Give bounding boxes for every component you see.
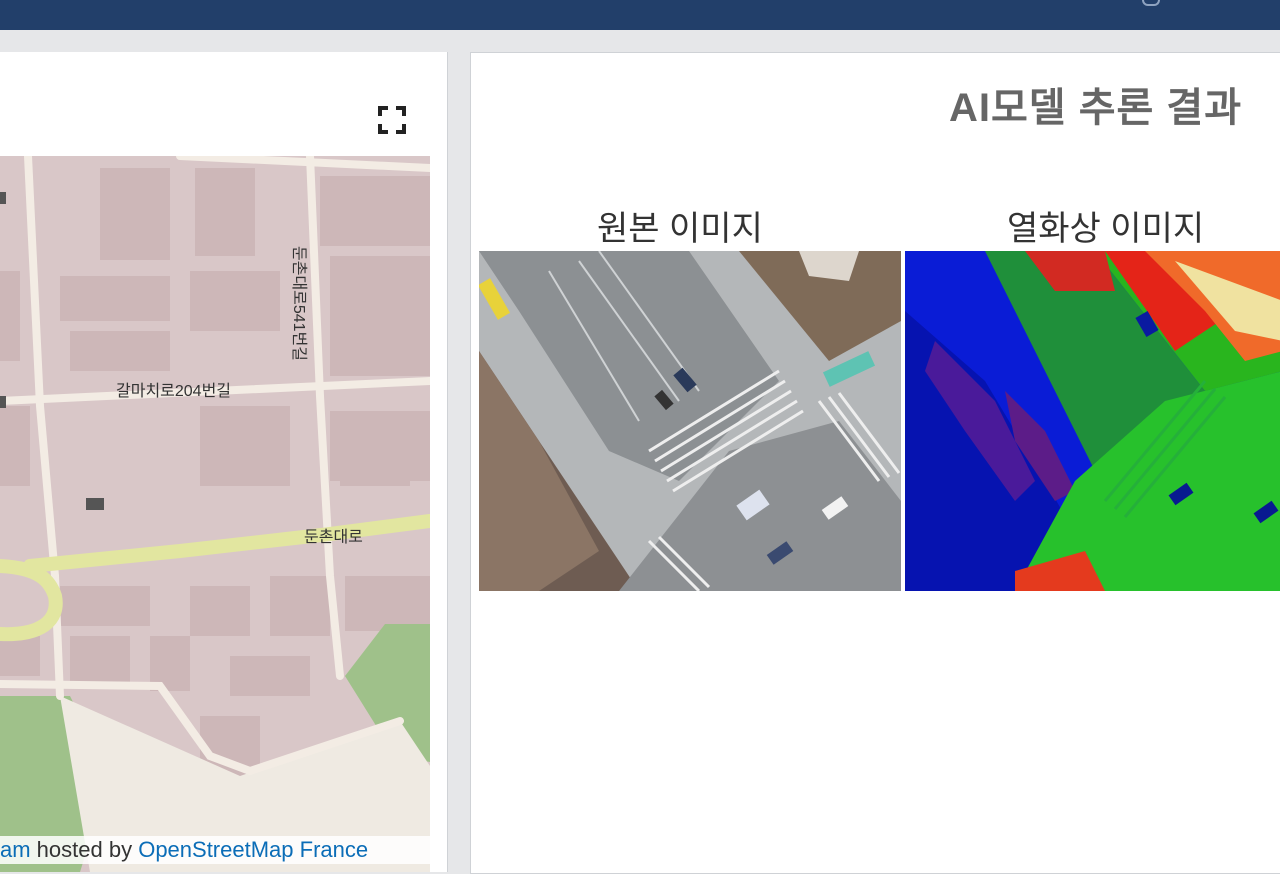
map-tiles: 갈마치로204번길 둔촌대로541번길 둔촌대로 bbox=[0, 156, 430, 872]
original-image bbox=[479, 251, 901, 591]
thermal-image bbox=[905, 251, 1280, 591]
fullscreen-icon bbox=[378, 106, 406, 134]
fullscreen-button[interactable] bbox=[376, 104, 408, 136]
original-image-label: 원본 이미지 bbox=[597, 210, 763, 248]
thermal-image-label: 열화상 이미지 bbox=[1007, 210, 1205, 248]
road-label-a: 갈마치로204번길 bbox=[116, 382, 231, 400]
top-nav-bar bbox=[0, 0, 1280, 30]
inference-result-panel: AI모델 추론 결과 원본 이미지 열화상 이미지 bbox=[470, 52, 1280, 874]
map-attribution: am hosted by OpenStreetMap France bbox=[0, 836, 430, 864]
road-label-b: 둔촌대로541번길 bbox=[290, 246, 308, 361]
road-label-c: 둔촌대로 bbox=[304, 528, 363, 546]
map-view[interactable]: 갈마치로204번길 둔촌대로541번길 둔촌대로 am hosted by Op… bbox=[0, 156, 430, 872]
attribution-text: hosted by bbox=[30, 837, 139, 862]
map-panel: 갈마치로204번길 둔촌대로541번길 둔촌대로 am hosted by Op… bbox=[0, 52, 448, 872]
result-title: AI모델 추론 결과 bbox=[949, 86, 1243, 130]
openstreetmap-france-link[interactable]: OpenStreetMap France bbox=[138, 837, 368, 862]
attribution-prefix-link[interactable]: am bbox=[0, 837, 31, 862]
user-icon[interactable] bbox=[1142, 0, 1160, 6]
